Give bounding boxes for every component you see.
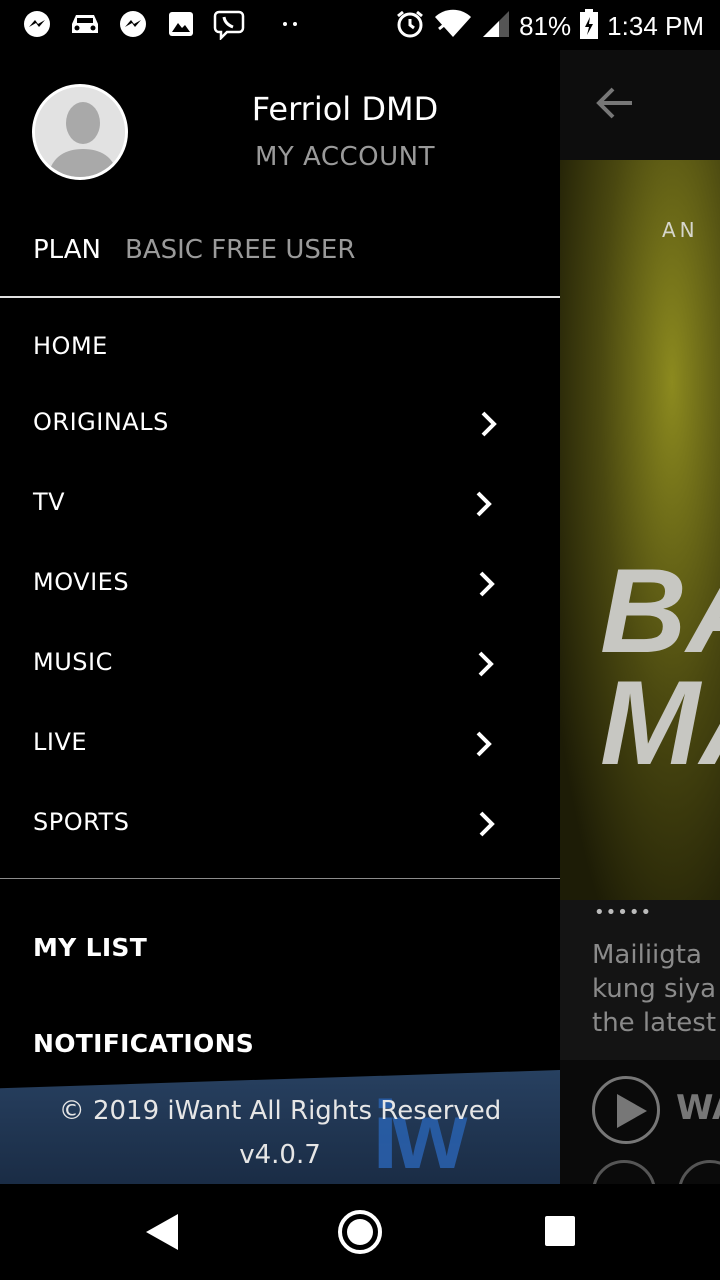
signal-icon bbox=[481, 9, 511, 43]
menu-item-originals[interactable]: ORIGINALS bbox=[0, 388, 560, 458]
alarm-icon bbox=[395, 9, 425, 43]
chevron-right-icon bbox=[476, 491, 492, 517]
menu-item-label: TV bbox=[33, 488, 66, 516]
chevron-right-icon bbox=[479, 811, 495, 837]
clock: 1:34 PM bbox=[607, 10, 704, 41]
wifi-icon bbox=[433, 9, 473, 43]
menu-item-sports[interactable]: SPORTS bbox=[0, 788, 560, 858]
drawer-footer: iw © 2019 iWant All Rights Reserved v4.0… bbox=[0, 1070, 560, 1184]
featured-poster[interactable]: AN BA MA bbox=[560, 160, 720, 900]
navigation-drawer: Ferriol DMD MY ACCOUNT PLAN BASIC FREE U… bbox=[0, 50, 560, 1184]
avatar[interactable] bbox=[32, 84, 128, 180]
menu-item-label: MUSIC bbox=[33, 648, 113, 676]
status-bar: 81% 1:34 PM bbox=[0, 0, 720, 50]
now-playing-bar: WA bbox=[560, 1060, 720, 1184]
pagination-dots: ••••• bbox=[594, 902, 653, 923]
action-circle-icon[interactable] bbox=[678, 1160, 720, 1184]
copyright-text: © 2019 iWant All Rights Reserved bbox=[58, 1096, 502, 1126]
menu-item-label: ORIGINALS bbox=[33, 408, 169, 436]
poster-title: BA MA bbox=[600, 551, 720, 783]
background-screen: AN BA MA ••••• Mailiigta kung siya the l… bbox=[560, 50, 720, 1184]
chevron-right-icon bbox=[479, 571, 495, 597]
menu-item-label: HOME bbox=[33, 332, 108, 360]
play-icon[interactable] bbox=[592, 1076, 660, 1144]
menu-item-live[interactable]: LIVE bbox=[0, 708, 560, 778]
recents-square-icon[interactable] bbox=[545, 1216, 575, 1246]
chevron-right-icon bbox=[478, 651, 494, 677]
my-list-link[interactable]: MY LIST bbox=[33, 933, 147, 962]
menu-item-tv[interactable]: TV bbox=[0, 468, 560, 538]
home-circle-icon[interactable] bbox=[338, 1210, 382, 1254]
menu-item-movies[interactable]: MOVIES bbox=[0, 548, 560, 618]
chevron-right-icon bbox=[476, 731, 492, 757]
background-header bbox=[560, 50, 720, 160]
car-icon bbox=[68, 7, 102, 41]
back-triangle-icon[interactable] bbox=[144, 1212, 180, 1256]
version-text: v4.0.7 bbox=[239, 1140, 321, 1170]
dots-icon bbox=[260, 7, 320, 41]
menu-item-label: SPORTS bbox=[33, 808, 130, 836]
poster-title-text: BA MA bbox=[600, 544, 720, 790]
notifications-link[interactable]: NOTIFICATIONS bbox=[33, 1029, 254, 1058]
back-arrow-icon[interactable] bbox=[596, 86, 634, 124]
battery-percent: 81% bbox=[519, 10, 572, 41]
viber-icon bbox=[212, 7, 246, 41]
image-icon bbox=[164, 7, 198, 41]
battery-icon bbox=[579, 8, 599, 44]
messenger-icon bbox=[116, 7, 150, 41]
action-circle-icon[interactable] bbox=[592, 1160, 656, 1184]
messenger-icon bbox=[20, 7, 54, 41]
now-playing-title: WA bbox=[676, 1088, 720, 1128]
poster-tag: AN bbox=[662, 218, 699, 242]
plan-value: BASIC FREE USER bbox=[125, 235, 356, 265]
menu-item-music[interactable]: MUSIC bbox=[0, 628, 560, 698]
system-navigation-bar bbox=[0, 1184, 720, 1280]
default-avatar-icon bbox=[35, 87, 125, 177]
user-name: Ferriol DMD bbox=[251, 90, 439, 128]
description-text: Mailiigta kung siya the latest bbox=[592, 940, 717, 1038]
my-account-link[interactable]: MY ACCOUNT bbox=[160, 142, 530, 172]
divider bbox=[0, 296, 560, 298]
chevron-right-icon bbox=[481, 411, 497, 437]
plan-label: PLAN bbox=[33, 235, 101, 265]
poster-description: Mailiigta kung siya the latest bbox=[592, 938, 716, 1040]
menu-item-label: LIVE bbox=[33, 728, 88, 756]
menu-item-home[interactable]: HOME bbox=[0, 312, 560, 382]
menu-item-label: MOVIES bbox=[33, 568, 130, 596]
divider bbox=[0, 878, 560, 879]
